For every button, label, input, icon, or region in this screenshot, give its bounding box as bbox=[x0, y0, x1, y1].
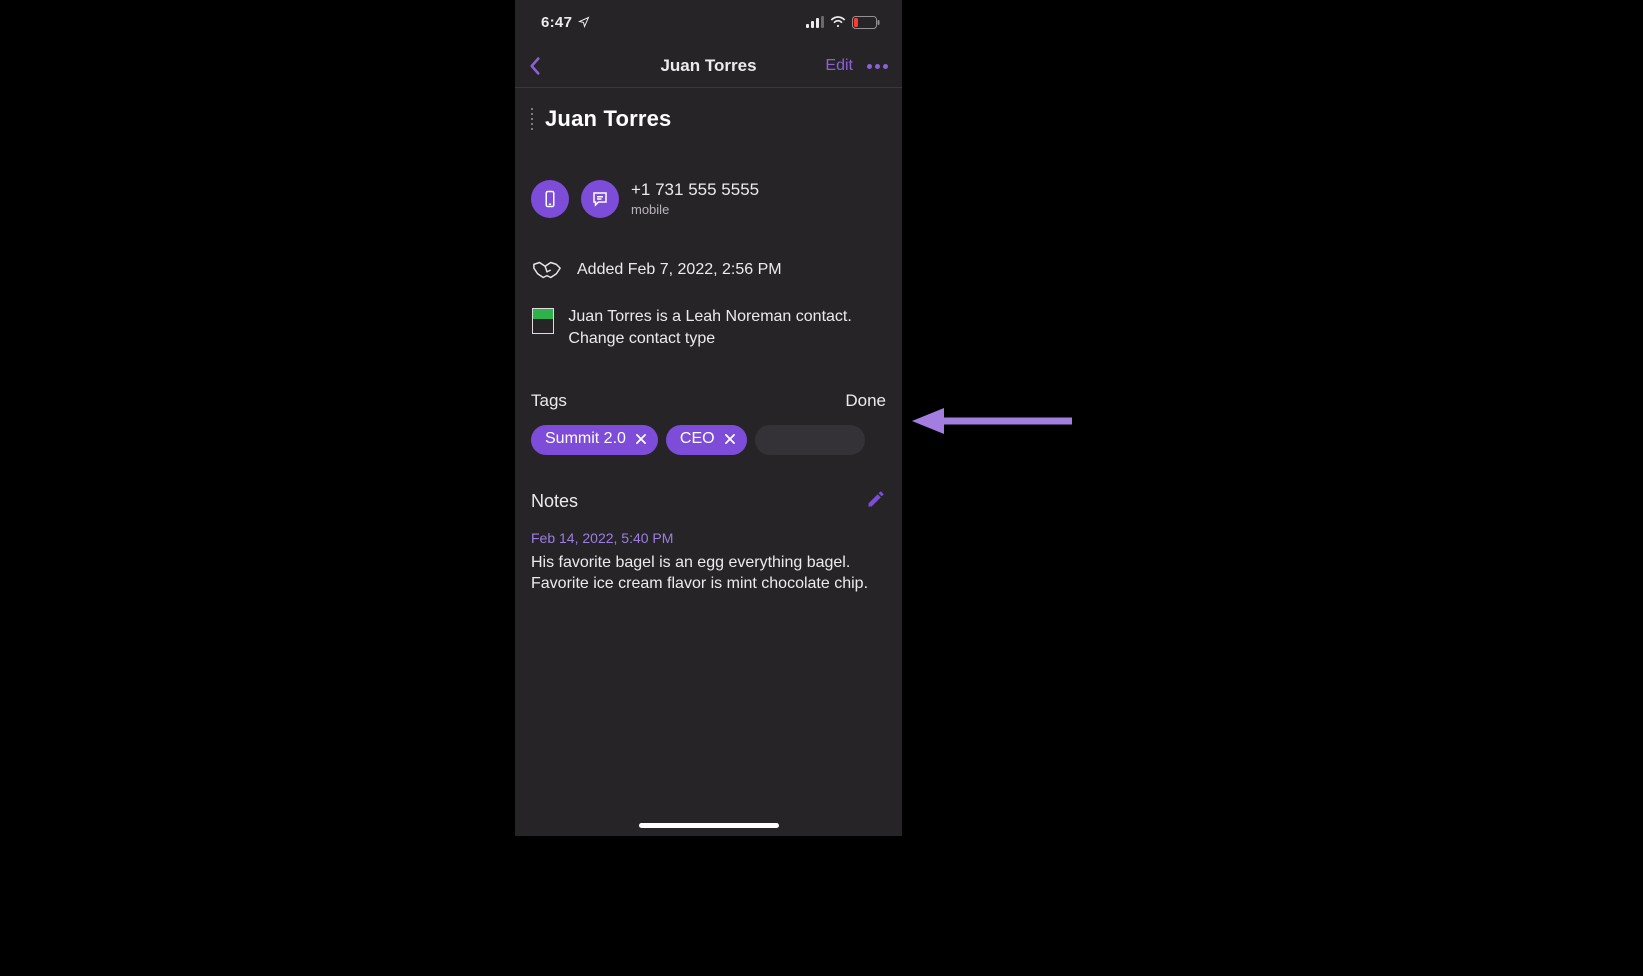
tags-label: Tags bbox=[531, 391, 567, 411]
edit-notes-button[interactable] bbox=[866, 489, 886, 514]
notes-header: Notes bbox=[531, 489, 886, 514]
added-text: Added Feb 7, 2022, 2:56 PM bbox=[577, 261, 782, 279]
phone-row: +1 731 555 5555 mobile bbox=[531, 180, 886, 218]
tags-done-button[interactable]: Done bbox=[845, 391, 886, 411]
tag-chip[interactable]: CEO bbox=[666, 425, 747, 455]
phone-type: mobile bbox=[631, 202, 759, 218]
home-indicator[interactable] bbox=[639, 823, 779, 828]
edit-button[interactable]: Edit bbox=[825, 57, 853, 75]
wifi-icon bbox=[830, 16, 846, 28]
tag-label: Summit 2.0 bbox=[545, 431, 626, 447]
note-body: His favorite bagel is an egg everything … bbox=[531, 552, 886, 595]
phone-text-block[interactable]: +1 731 555 5555 mobile bbox=[631, 180, 759, 218]
location-icon bbox=[578, 16, 590, 28]
contact-detail: Juan Torres +1 bbox=[515, 88, 902, 595]
added-row: Added Feb 7, 2022, 2:56 PM bbox=[531, 258, 886, 282]
phone-number: +1 731 555 5555 bbox=[631, 180, 759, 200]
phone-frame: 6:47 bbox=[515, 0, 902, 836]
tag-remove-button[interactable] bbox=[634, 432, 648, 446]
more-options-button[interactable] bbox=[867, 64, 892, 69]
tags-header: Tags Done bbox=[531, 391, 886, 411]
status-right-group bbox=[806, 16, 880, 29]
navbar: Juan Torres Edit bbox=[515, 44, 902, 88]
tag-label: CEO bbox=[680, 431, 715, 447]
tags-list: Summit 2.0 CEO bbox=[531, 425, 886, 455]
battery-icon bbox=[852, 16, 880, 29]
tag-chip[interactable]: Summit 2.0 bbox=[531, 425, 658, 455]
contact-type-row[interactable]: Juan Torres is a Leah Noreman contact. C… bbox=[531, 306, 886, 351]
notes-label: Notes bbox=[531, 491, 578, 512]
drag-handle-icon[interactable] bbox=[531, 108, 535, 130]
tag-input[interactable] bbox=[755, 425, 865, 455]
contact-name: Juan Torres bbox=[545, 106, 672, 132]
note-date: Feb 14, 2022, 5:40 PM bbox=[531, 530, 886, 546]
handshake-icon bbox=[531, 258, 563, 282]
status-time-group: 6:47 bbox=[541, 14, 590, 31]
back-button[interactable] bbox=[515, 44, 555, 88]
contact-name-row: Juan Torres bbox=[531, 106, 886, 132]
contact-type-icon bbox=[531, 308, 554, 334]
status-bar: 6:47 bbox=[515, 0, 902, 44]
message-button[interactable] bbox=[581, 180, 619, 218]
tag-remove-button[interactable] bbox=[723, 432, 737, 446]
status-time: 6:47 bbox=[541, 14, 572, 31]
contact-type-text: Juan Torres is a Leah Noreman contact. C… bbox=[568, 306, 886, 351]
cellular-icon bbox=[806, 16, 824, 28]
annotation-arrow bbox=[912, 406, 1072, 436]
call-button[interactable] bbox=[531, 180, 569, 218]
